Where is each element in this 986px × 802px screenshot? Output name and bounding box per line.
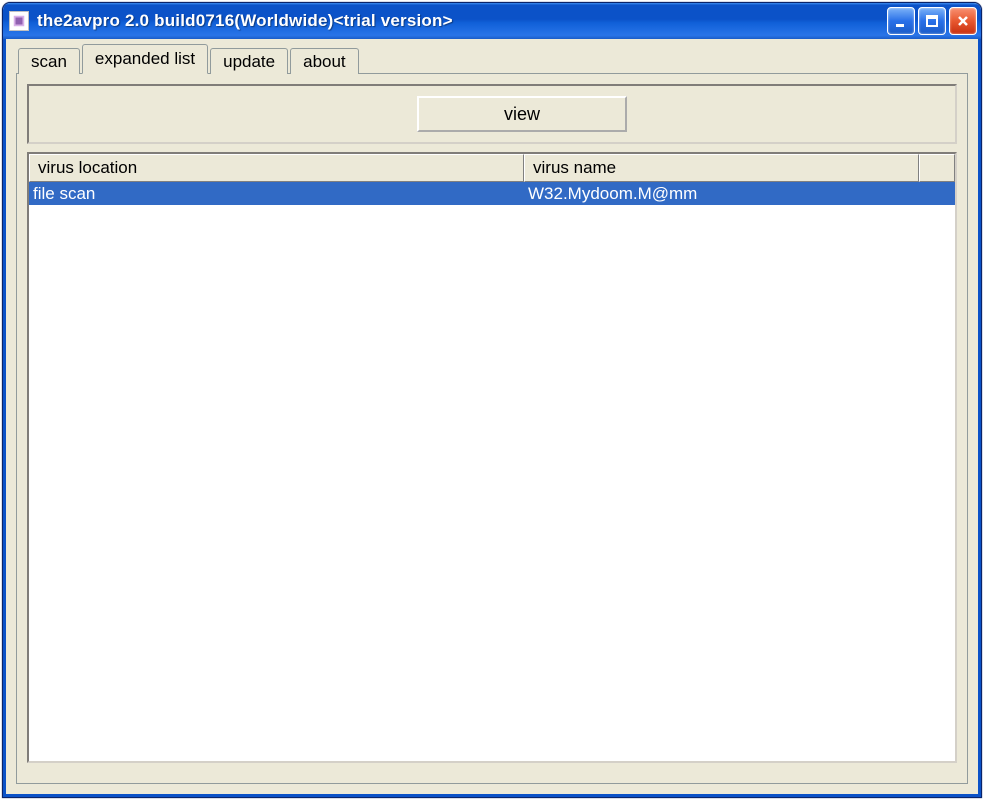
cell-location: file scan xyxy=(29,182,524,205)
view-button[interactable]: view xyxy=(417,96,627,132)
tab-expanded-list[interactable]: expanded list xyxy=(82,44,208,74)
list-header: virus location virus name xyxy=(29,154,955,182)
virus-list: virus location virus name file scan W32.… xyxy=(27,152,957,763)
maximize-button[interactable] xyxy=(918,7,946,35)
tab-scan[interactable]: scan xyxy=(18,48,80,74)
tab-panel: view virus location virus name file scan… xyxy=(16,73,968,784)
column-virus-name[interactable]: virus name xyxy=(524,154,919,182)
minimize-button[interactable] xyxy=(887,7,915,35)
column-spacer[interactable] xyxy=(919,154,955,182)
column-virus-location[interactable]: virus location xyxy=(29,154,524,182)
toolbar: view xyxy=(27,84,957,144)
tab-update[interactable]: update xyxy=(210,48,288,74)
tab-strip: scan expanded list update about xyxy=(18,43,968,73)
window-title: the2avpro 2.0 build0716(Worldwide)<trial… xyxy=(37,11,887,31)
cell-name: W32.Mydoom.M@mm xyxy=(524,182,919,205)
close-button[interactable] xyxy=(949,7,977,35)
app-window: the2avpro 2.0 build0716(Worldwide)<trial… xyxy=(2,2,982,798)
list-row[interactable]: file scan W32.Mydoom.M@mm xyxy=(29,182,955,205)
titlebar[interactable]: the2avpro 2.0 build0716(Worldwide)<trial… xyxy=(3,3,981,39)
tab-about[interactable]: about xyxy=(290,48,359,74)
list-body[interactable]: file scan W32.Mydoom.M@mm xyxy=(29,182,955,761)
app-icon xyxy=(9,11,29,31)
client-area: scan expanded list update about view vir… xyxy=(3,39,981,797)
window-controls xyxy=(887,7,977,35)
